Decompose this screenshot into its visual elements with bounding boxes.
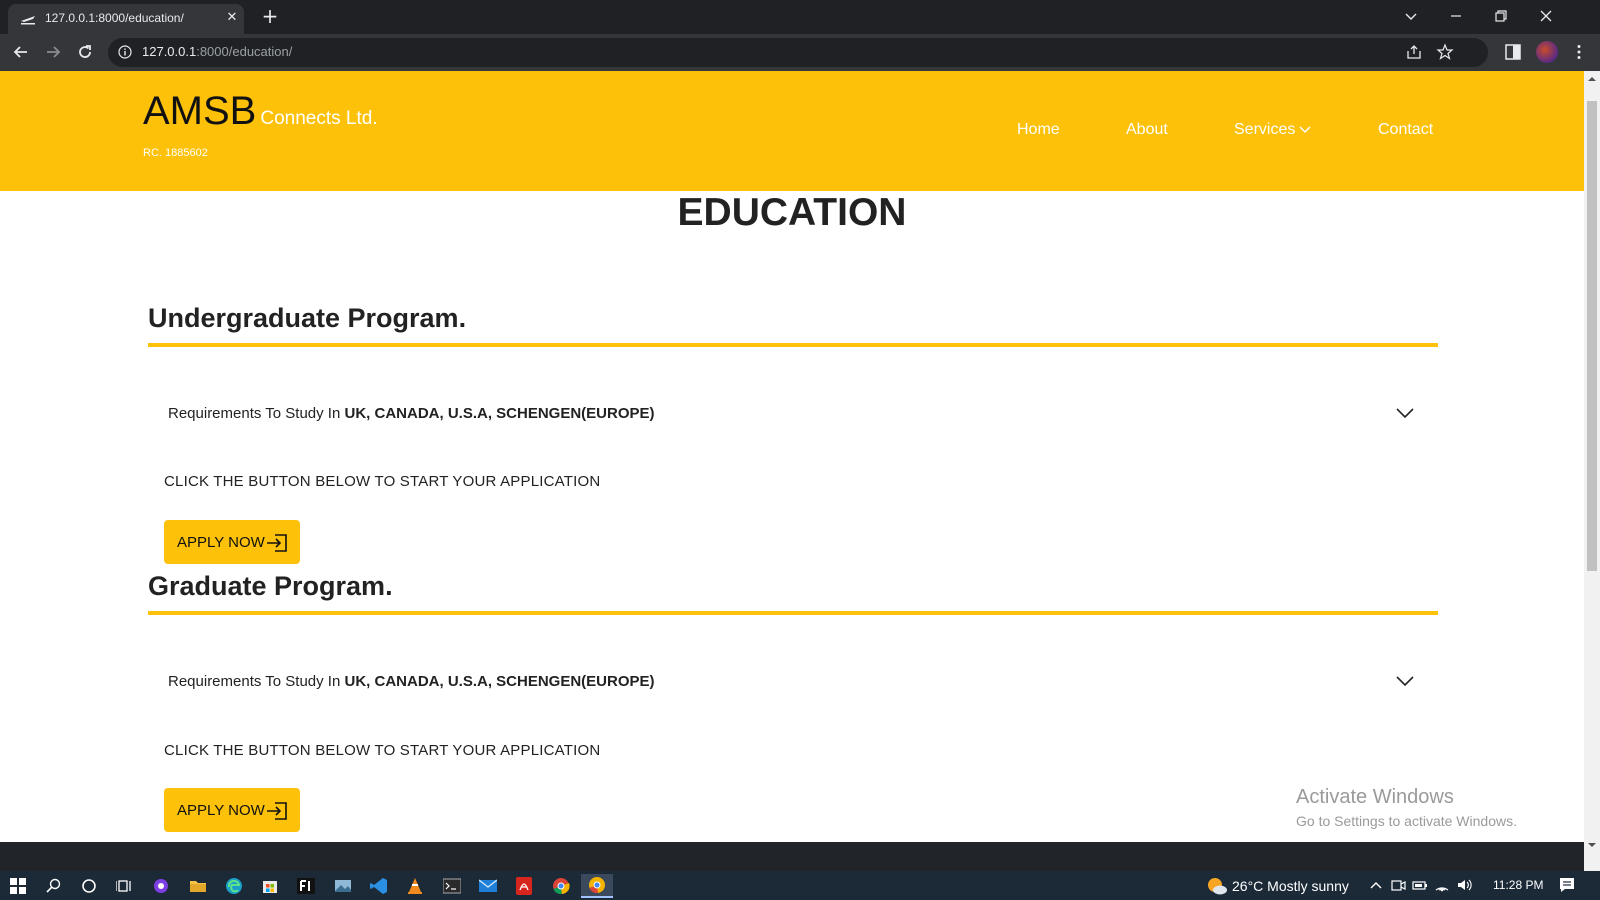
page-viewport: AMSB Connects Ltd. RC. 1885602 Home About… bbox=[0, 71, 1584, 842]
sign-in-arrow-icon bbox=[267, 534, 287, 552]
section-divider bbox=[148, 611, 1438, 615]
new-tab-button[interactable]: + bbox=[259, 6, 281, 28]
chevron-down-icon bbox=[1299, 126, 1311, 133]
scrollbar-thumb[interactable] bbox=[1587, 101, 1597, 571]
cta-instruction-text: CLICK THE BUTTON BELOW TO START YOUR APP… bbox=[164, 473, 601, 490]
scroll-down-arrow-icon[interactable] bbox=[1588, 841, 1596, 849]
app-fi-icon[interactable] bbox=[294, 874, 318, 898]
watermark-subtitle: Go to Settings to activate Windows. bbox=[1296, 813, 1517, 829]
sign-in-arrow-icon bbox=[267, 802, 287, 820]
meet-now-icon[interactable] bbox=[1390, 877, 1406, 893]
nav-services-label: Services bbox=[1234, 121, 1296, 138]
side-panel-icon[interactable] bbox=[1504, 43, 1522, 61]
terminal-icon[interactable] bbox=[440, 874, 464, 898]
apply-now-label: APPLY NOW bbox=[177, 534, 265, 551]
section-title-graduate: Graduate Program. bbox=[148, 571, 393, 601]
back-arrow-icon[interactable] bbox=[11, 42, 31, 62]
nav-contact-link[interactable]: Contact bbox=[1378, 121, 1433, 139]
site-header: AMSB Connects Ltd. RC. 1885602 Home About… bbox=[0, 71, 1584, 191]
weather-sun-cloud-icon[interactable] bbox=[1206, 876, 1228, 896]
volume-icon[interactable] bbox=[1456, 877, 1472, 893]
site-footer-strip bbox=[0, 842, 1584, 871]
chrome-icon[interactable] bbox=[549, 874, 573, 898]
accordion-label-countries: UK, CANADA, U.S.A, SCHENGEN(EUROPE) bbox=[344, 405, 655, 422]
app-purple-icon[interactable] bbox=[149, 874, 173, 898]
chrome-active-icon[interactable] bbox=[581, 874, 613, 898]
nav-home-link[interactable]: Home bbox=[1017, 121, 1060, 139]
vscode-icon[interactable] bbox=[367, 874, 391, 898]
watermark-title: Activate Windows bbox=[1296, 786, 1454, 808]
url-path: :8000/education/ bbox=[196, 44, 293, 59]
tab-search-chevron-icon[interactable] bbox=[1401, 6, 1421, 26]
brand-main-text: AMSB bbox=[143, 89, 257, 133]
apply-now-button[interactable]: APPLY NOW bbox=[164, 520, 300, 564]
profile-avatar[interactable] bbox=[1536, 41, 1558, 63]
image-viewer-icon[interactable] bbox=[331, 874, 355, 898]
section-title-undergraduate: Undergraduate Program. bbox=[148, 303, 467, 333]
bookmark-star-icon[interactable] bbox=[1436, 43, 1454, 61]
accordion-label-prefix: Requirements To Study In bbox=[168, 405, 345, 422]
accordion-header-graduate[interactable]: Requirements To Study In UK, CANADA, U.S… bbox=[168, 673, 1438, 703]
site-info-icon[interactable] bbox=[118, 45, 132, 59]
accordion-header-undergraduate[interactable]: Requirements To Study In UK, CANADA, U.S… bbox=[168, 405, 1438, 435]
chevron-down-icon[interactable] bbox=[1396, 675, 1414, 687]
chevron-down-icon[interactable] bbox=[1396, 407, 1414, 419]
accordion-label-countries: UK, CANADA, U.S.A, SCHENGEN(EUROPE) bbox=[344, 673, 655, 690]
apply-now-button[interactable]: APPLY NOW bbox=[164, 788, 300, 832]
vlc-icon[interactable] bbox=[403, 874, 427, 898]
search-icon[interactable] bbox=[42, 874, 66, 898]
page-scrollbar[interactable] bbox=[1584, 71, 1600, 871]
file-explorer-icon[interactable] bbox=[186, 874, 210, 898]
notification-center-icon[interactable] bbox=[1558, 876, 1576, 894]
edge-browser-icon[interactable] bbox=[222, 874, 246, 898]
browser-tabstrip: 127.0.0.1:8000/education/ ✕ + bbox=[0, 0, 1600, 34]
restore-icon[interactable] bbox=[1491, 6, 1511, 26]
close-window-icon[interactable] bbox=[1536, 6, 1556, 26]
cortana-icon[interactable] bbox=[77, 874, 101, 898]
apply-now-label: APPLY NOW bbox=[177, 802, 265, 819]
url-text: 127.0.0.1:8000/education/ bbox=[142, 44, 292, 59]
taskbar-clock[interactable]: 11:28 PM bbox=[1493, 878, 1543, 892]
brand-sub-text: Connects Ltd. bbox=[260, 108, 378, 129]
windows-taskbar: 26°C Mostly sunny 11:28 PM bbox=[0, 871, 1600, 900]
section-divider bbox=[148, 343, 1438, 347]
share-icon[interactable] bbox=[1405, 43, 1423, 61]
nav-about-link[interactable]: About bbox=[1126, 121, 1168, 139]
scroll-up-arrow-icon[interactable] bbox=[1588, 75, 1596, 83]
kebab-menu-icon[interactable] bbox=[1570, 43, 1588, 61]
chevron-up-icon[interactable] bbox=[1368, 877, 1384, 893]
minimize-icon[interactable] bbox=[1446, 6, 1466, 26]
activate-windows-watermark: Activate Windows Go to Settings to activ… bbox=[1296, 786, 1517, 829]
tab-title: 127.0.0.1:8000/education/ bbox=[45, 11, 184, 25]
page-title: EDUCATION bbox=[677, 191, 907, 234]
battery-icon[interactable] bbox=[1412, 877, 1428, 893]
site-favicon-icon bbox=[21, 16, 35, 25]
mail-icon[interactable] bbox=[476, 874, 500, 898]
reload-icon[interactable] bbox=[75, 42, 95, 62]
cta-instruction-text: CLICK THE BUTTON BELOW TO START YOUR APP… bbox=[164, 742, 601, 759]
acrobat-reader-icon[interactable] bbox=[512, 874, 536, 898]
tab-close-icon[interactable]: ✕ bbox=[224, 10, 240, 26]
browser-toolbar: 127.0.0.1:8000/education/ bbox=[0, 34, 1600, 71]
browser-tab[interactable]: 127.0.0.1:8000/education/ ✕ bbox=[8, 4, 244, 34]
microsoft-store-icon[interactable] bbox=[258, 874, 282, 898]
accordion-label-prefix: Requirements To Study In bbox=[168, 673, 345, 690]
brand-rc-number: RC. 1885602 bbox=[143, 147, 208, 159]
nav-services-link[interactable]: Services bbox=[1234, 121, 1311, 139]
weather-text[interactable]: 26°C Mostly sunny bbox=[1232, 878, 1349, 894]
forward-arrow-icon[interactable] bbox=[43, 42, 63, 62]
windows-start-icon[interactable] bbox=[6, 874, 30, 898]
address-bar[interactable]: 127.0.0.1:8000/education/ bbox=[108, 38, 1488, 67]
site-logo[interactable]: AMSB Connects Ltd. bbox=[143, 89, 378, 134]
url-host: 127.0.0.1 bbox=[142, 44, 197, 59]
task-view-icon[interactable] bbox=[112, 874, 136, 898]
wifi-icon[interactable] bbox=[1434, 877, 1450, 893]
